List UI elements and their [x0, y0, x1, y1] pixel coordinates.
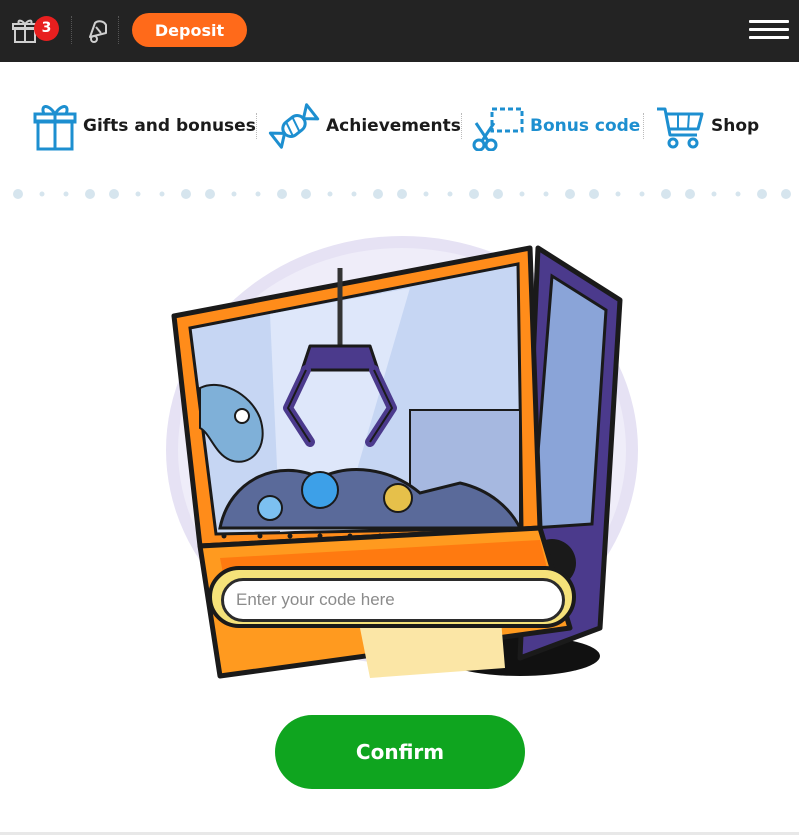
nav-item-gifts-and-bonuses[interactable]: Gifts and bonuses [33, 95, 256, 157]
divider [118, 16, 120, 44]
bonus-code-input[interactable] [221, 578, 565, 622]
nav-item-achievements[interactable]: Achievements [268, 95, 461, 157]
nav-item-shop[interactable]: Shop [655, 95, 759, 157]
top-bar: 3 Deposit [0, 0, 799, 62]
bell-icon[interactable] [84, 17, 112, 45]
divider [643, 113, 645, 139]
candy-icon [268, 103, 320, 149]
divider [461, 113, 463, 139]
menu-icon[interactable] [749, 20, 789, 42]
nav-item-label: Shop [711, 116, 760, 136]
scissors-coupon-icon [472, 107, 524, 151]
notification-badge: 3 [34, 16, 59, 41]
divider [71, 16, 73, 44]
divider [256, 113, 258, 139]
nav-item-bonus-code[interactable]: Bonus code [472, 95, 640, 157]
nav-item-label: Bonus code [530, 116, 641, 136]
nav-item-label: Achievements [326, 116, 461, 136]
nav-item-label: Gifts and bonuses [83, 116, 256, 136]
bonus-nav: Gifts and bonuses Achievements Bonus cod… [0, 95, 799, 157]
gift-icon [33, 105, 77, 151]
dotted-divider [13, 189, 791, 199]
deposit-button[interactable]: Deposit [132, 13, 247, 47]
confirm-button[interactable]: Confirm [275, 715, 525, 789]
cart-icon [657, 107, 704, 149]
